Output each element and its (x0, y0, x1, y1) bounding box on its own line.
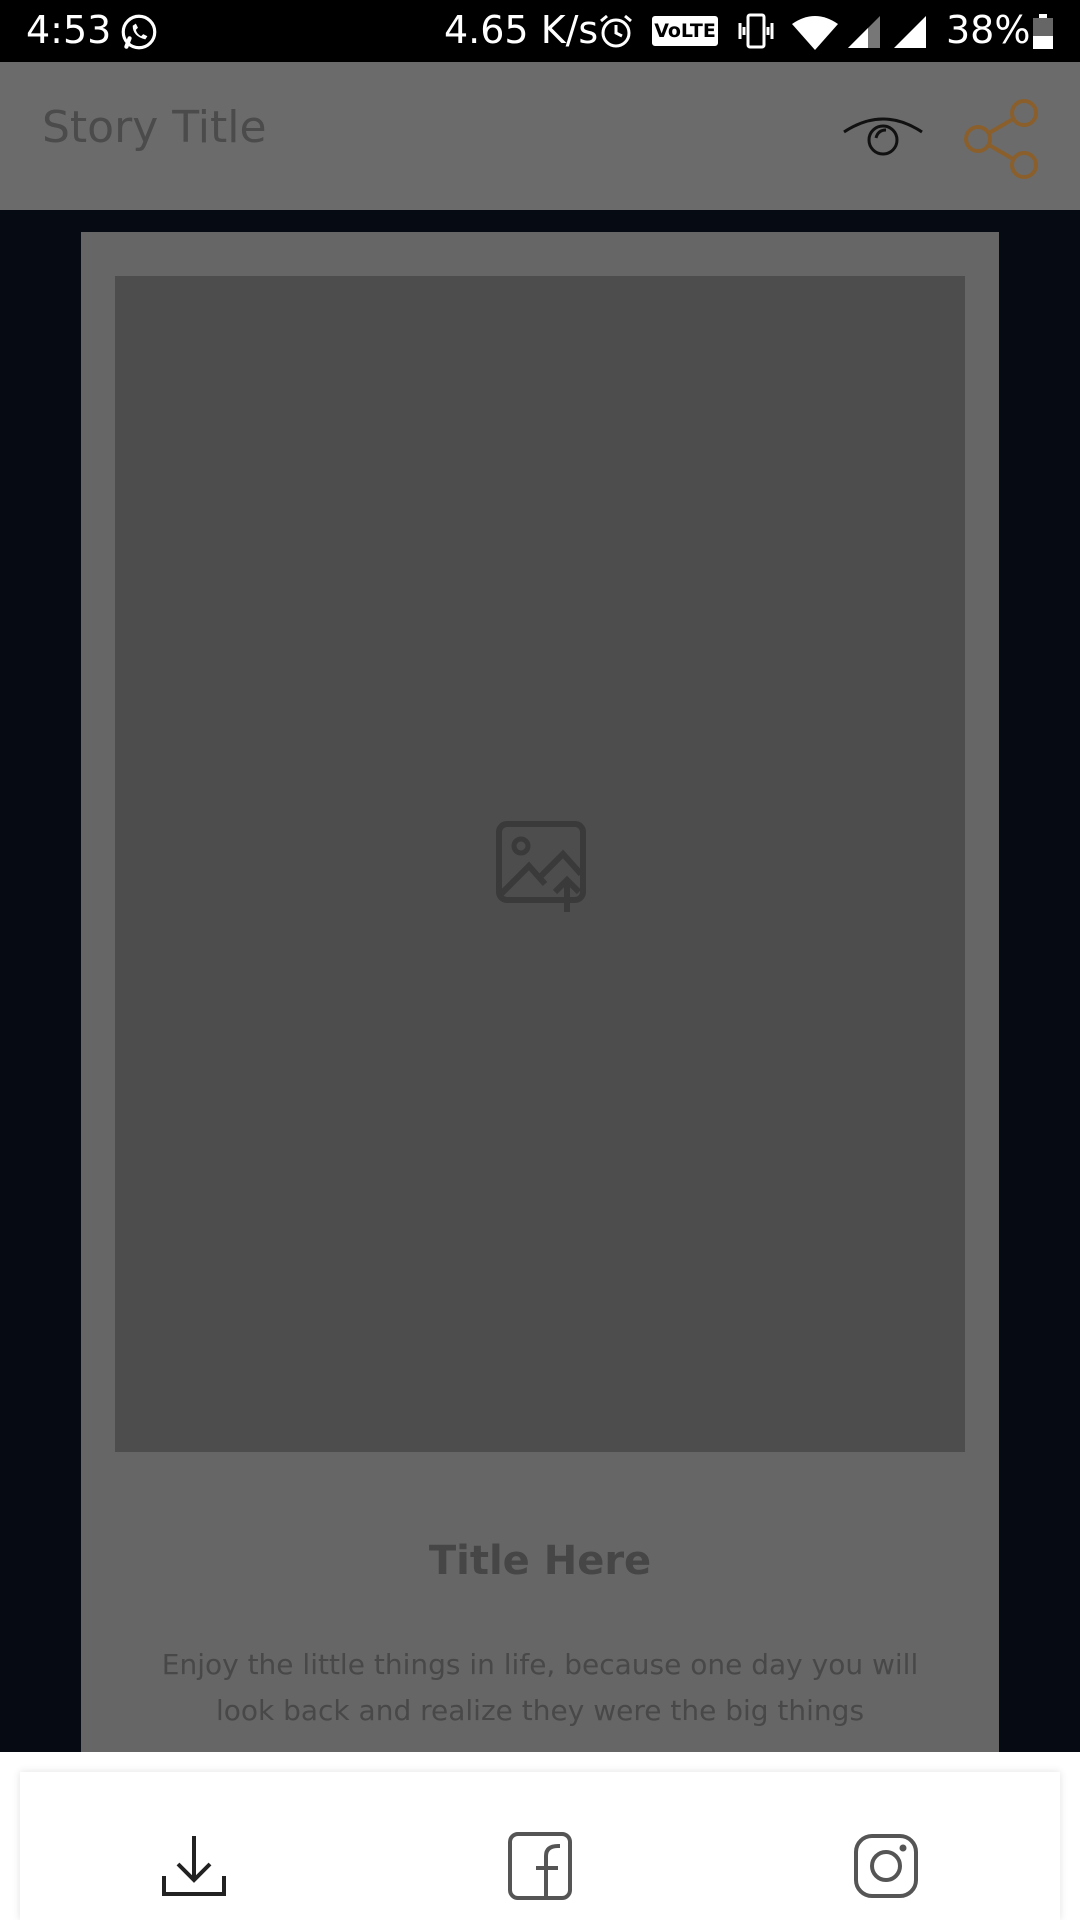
story-title[interactable]: Story Title (42, 102, 267, 153)
eye-icon[interactable] (842, 110, 924, 170)
facebook-icon (504, 1830, 576, 1906)
wifi-icon (790, 14, 840, 52)
signal-icon (892, 14, 928, 50)
status-bar: 4:53 4.65 K/s VoLTE 38% (0, 0, 1080, 62)
facebook-share-button[interactable] (500, 1828, 580, 1908)
share-icon[interactable] (962, 96, 1044, 182)
instagram-share-button[interactable] (846, 1828, 926, 1908)
whatsapp-icon (118, 11, 160, 53)
card-title[interactable]: Title Here (81, 1538, 999, 1584)
network-speed: 4.65 K/s (444, 8, 599, 52)
download-button[interactable] (154, 1828, 234, 1908)
card-text[interactable]: Enjoy the little things in life, because… (141, 1642, 939, 1734)
app-bar: Story Title (0, 62, 1080, 210)
battery-icon (1032, 14, 1054, 50)
status-time: 4:53 (26, 8, 112, 52)
story-card: Title Here Enjoy the little things in li… (81, 232, 999, 1752)
volte-icon: VoLTE (652, 16, 718, 46)
alarm-icon (596, 11, 636, 51)
signal-icon (846, 14, 882, 50)
story-canvas: Title Here Enjoy the little things in li… (0, 210, 1080, 1752)
image-placeholder[interactable] (115, 276, 965, 1452)
battery-percent: 38% (946, 8, 1031, 52)
download-icon (158, 1830, 230, 1906)
vibrate-icon (736, 11, 776, 53)
image-upload-icon[interactable] (493, 818, 589, 914)
share-sheet (0, 1752, 1080, 1920)
instagram-icon (850, 1830, 922, 1906)
share-sheet-panel (20, 1772, 1060, 1920)
